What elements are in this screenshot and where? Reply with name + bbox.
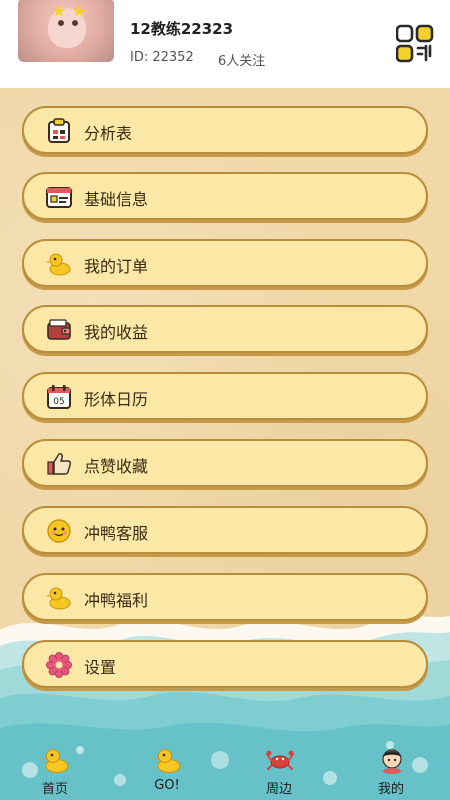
tab-go[interactable]: GO! <box>132 744 202 800</box>
menu-item-likes[interactable]: 点赞收藏 <box>22 439 428 487</box>
menu-item-label: 设置 <box>84 658 117 677</box>
flower-gear-icon <box>46 652 72 678</box>
menu-item-customer-service[interactable]: 冲鸭客服 <box>22 506 428 554</box>
menu-item-label: 形体日历 <box>84 390 149 409</box>
menu-item-label: 点赞收藏 <box>84 457 149 476</box>
menu-item-label: 分析表 <box>84 124 133 143</box>
menu-item-label: 基础信息 <box>84 190 149 209</box>
followers-count[interactable]: 6人关注 <box>218 50 265 69</box>
tab-label: 首页 <box>41 782 68 797</box>
crab-icon <box>266 750 294 770</box>
calendar-day-text: 05 <box>53 397 64 407</box>
qr-grid-icon[interactable] <box>396 24 434 64</box>
menu-item-label: 冲鸭客服 <box>84 524 149 543</box>
wallet-icon <box>47 319 71 340</box>
duck-icon <box>46 253 71 276</box>
menu-item-label: 冲鸭福利 <box>84 591 149 610</box>
username: 12教练22323 <box>130 20 234 38</box>
menu-item-basic-info[interactable]: 基础信息 <box>22 172 428 220</box>
tab-mine[interactable]: 我的 <box>356 744 426 800</box>
tab-nearby[interactable]: 周边 <box>244 744 314 800</box>
user-id: ID: 22352 <box>130 50 194 65</box>
tab-label: 我的 <box>377 782 404 797</box>
duck-icon <box>42 749 69 773</box>
avatar-icon <box>382 749 402 774</box>
id-card-icon <box>46 187 72 208</box>
calendar-icon: 05 <box>47 385 71 409</box>
avatar-eye <box>72 20 78 26</box>
smiley-face-icon <box>47 519 71 543</box>
tab-label: 周边 <box>265 782 292 797</box>
duck-icon <box>154 749 181 773</box>
menu-item-earnings[interactable]: 我的收益 <box>22 305 428 353</box>
bottom-tab-bar: 首页 GO! 周边 我的 <box>0 744 450 800</box>
tab-home[interactable]: 首页 <box>20 744 90 800</box>
duck-icon <box>46 587 71 610</box>
clipboard-icon <box>48 118 70 143</box>
menu-item-calendar[interactable]: 05 形体日历 <box>22 372 428 420</box>
menu-item-label: 我的收益 <box>84 323 149 342</box>
menu-item-orders[interactable]: 我的订单 <box>22 239 428 287</box>
tab-label: GO! <box>154 778 180 793</box>
menu-item-welfare[interactable]: 冲鸭福利 <box>22 573 428 621</box>
menu-item-analysis[interactable]: 分析表 <box>22 106 428 154</box>
menu-item-label: 我的订单 <box>84 257 149 276</box>
menu-item-settings[interactable]: 设置 <box>22 640 428 688</box>
avatar-eye <box>58 20 64 26</box>
avatar[interactable] <box>18 0 114 62</box>
thumbs-up-icon <box>47 453 72 475</box>
profile-header: 12教练22323 ID: 22352 6人关注 <box>0 0 450 88</box>
